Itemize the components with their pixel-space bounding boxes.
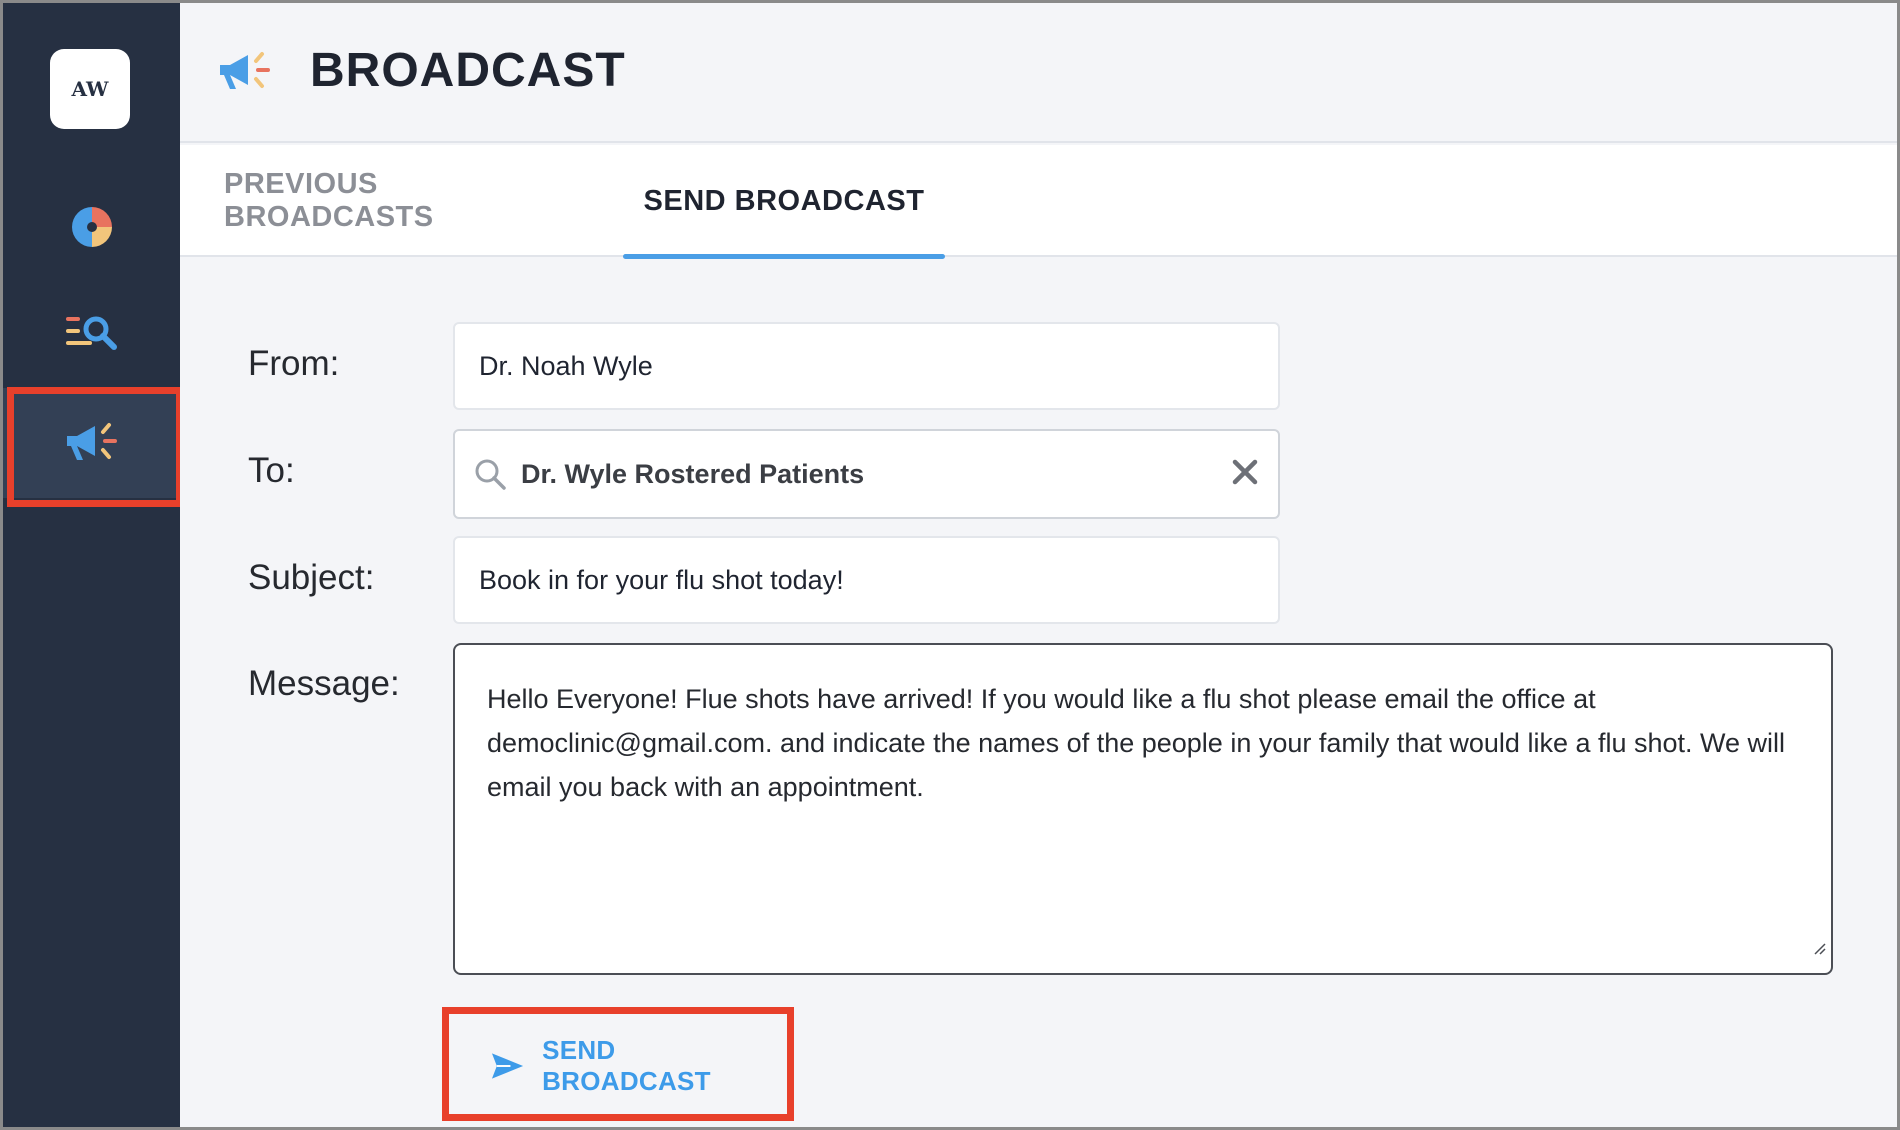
tab-previous-broadcasts[interactable]: PREVIOUS BROADCASTS [224,145,524,257]
sidebar-item-search[interactable] [3,278,180,388]
page-title: BROADCAST [310,44,626,97]
from-label: From: [248,344,340,383]
tab-label: PREVIOUS BROADCASTS [224,168,434,233]
send-button-label: SEND BROADCAST [542,1035,711,1096]
sidebar-item-dashboard[interactable] [3,172,180,282]
send-paper-plane-icon [491,1053,524,1079]
send-broadcast-button[interactable]: SEND BROADCAST [451,1016,785,1116]
message-value: Hello Everyone! Flue shots have arrived!… [487,684,1786,802]
from-field[interactable]: Dr. Noah Wyle [453,322,1280,410]
page-header: BROADCAST [180,3,1897,143]
subject-label: Subject: [248,558,375,597]
active-tab-indicator [623,254,945,259]
tab-bar: PREVIOUS BROADCASTS SEND BROADCAST [180,145,1897,259]
sidebar-item-broadcast[interactable] [3,388,180,498]
main-content: BROADCAST PREVIOUS BROADCASTS SEND BROAD… [180,3,1897,1127]
pie-chart-icon [71,207,112,247]
from-value: Dr. Noah Wyle [479,350,653,381]
logo-mark-icon: AW [71,78,110,100]
to-value: Dr. Wyle Rostered Patients [521,458,865,489]
sidebar: AW [3,3,183,1127]
app-window: AW BROADCAST PREVIOUS BROADCASTS SEND BR… [0,0,1900,1130]
clear-icon[interactable] [1230,457,1260,492]
search-icon [473,457,507,491]
subject-value: Book in for your flu shot today! [479,564,844,595]
subject-field[interactable]: Book in for your flu shot today! [453,536,1280,624]
svg-text:AW: AW [71,78,110,100]
header-megaphone-icon [216,49,274,100]
tab-send-broadcast[interactable]: SEND BROADCAST [623,145,945,259]
list-search-icon [65,316,117,350]
megaphone-icon [66,423,117,460]
to-recipient-field[interactable]: Dr. Wyle Rostered Patients [453,429,1280,519]
to-label: To: [248,451,295,490]
message-label: Message: [248,664,400,703]
tab-label: SEND BROADCAST [643,184,925,217]
message-textarea[interactable]: Hello Everyone! Flue shots have arrived!… [453,643,1833,975]
resize-grip-icon[interactable] [1811,925,1827,969]
app-logo[interactable]: AW [50,49,130,129]
